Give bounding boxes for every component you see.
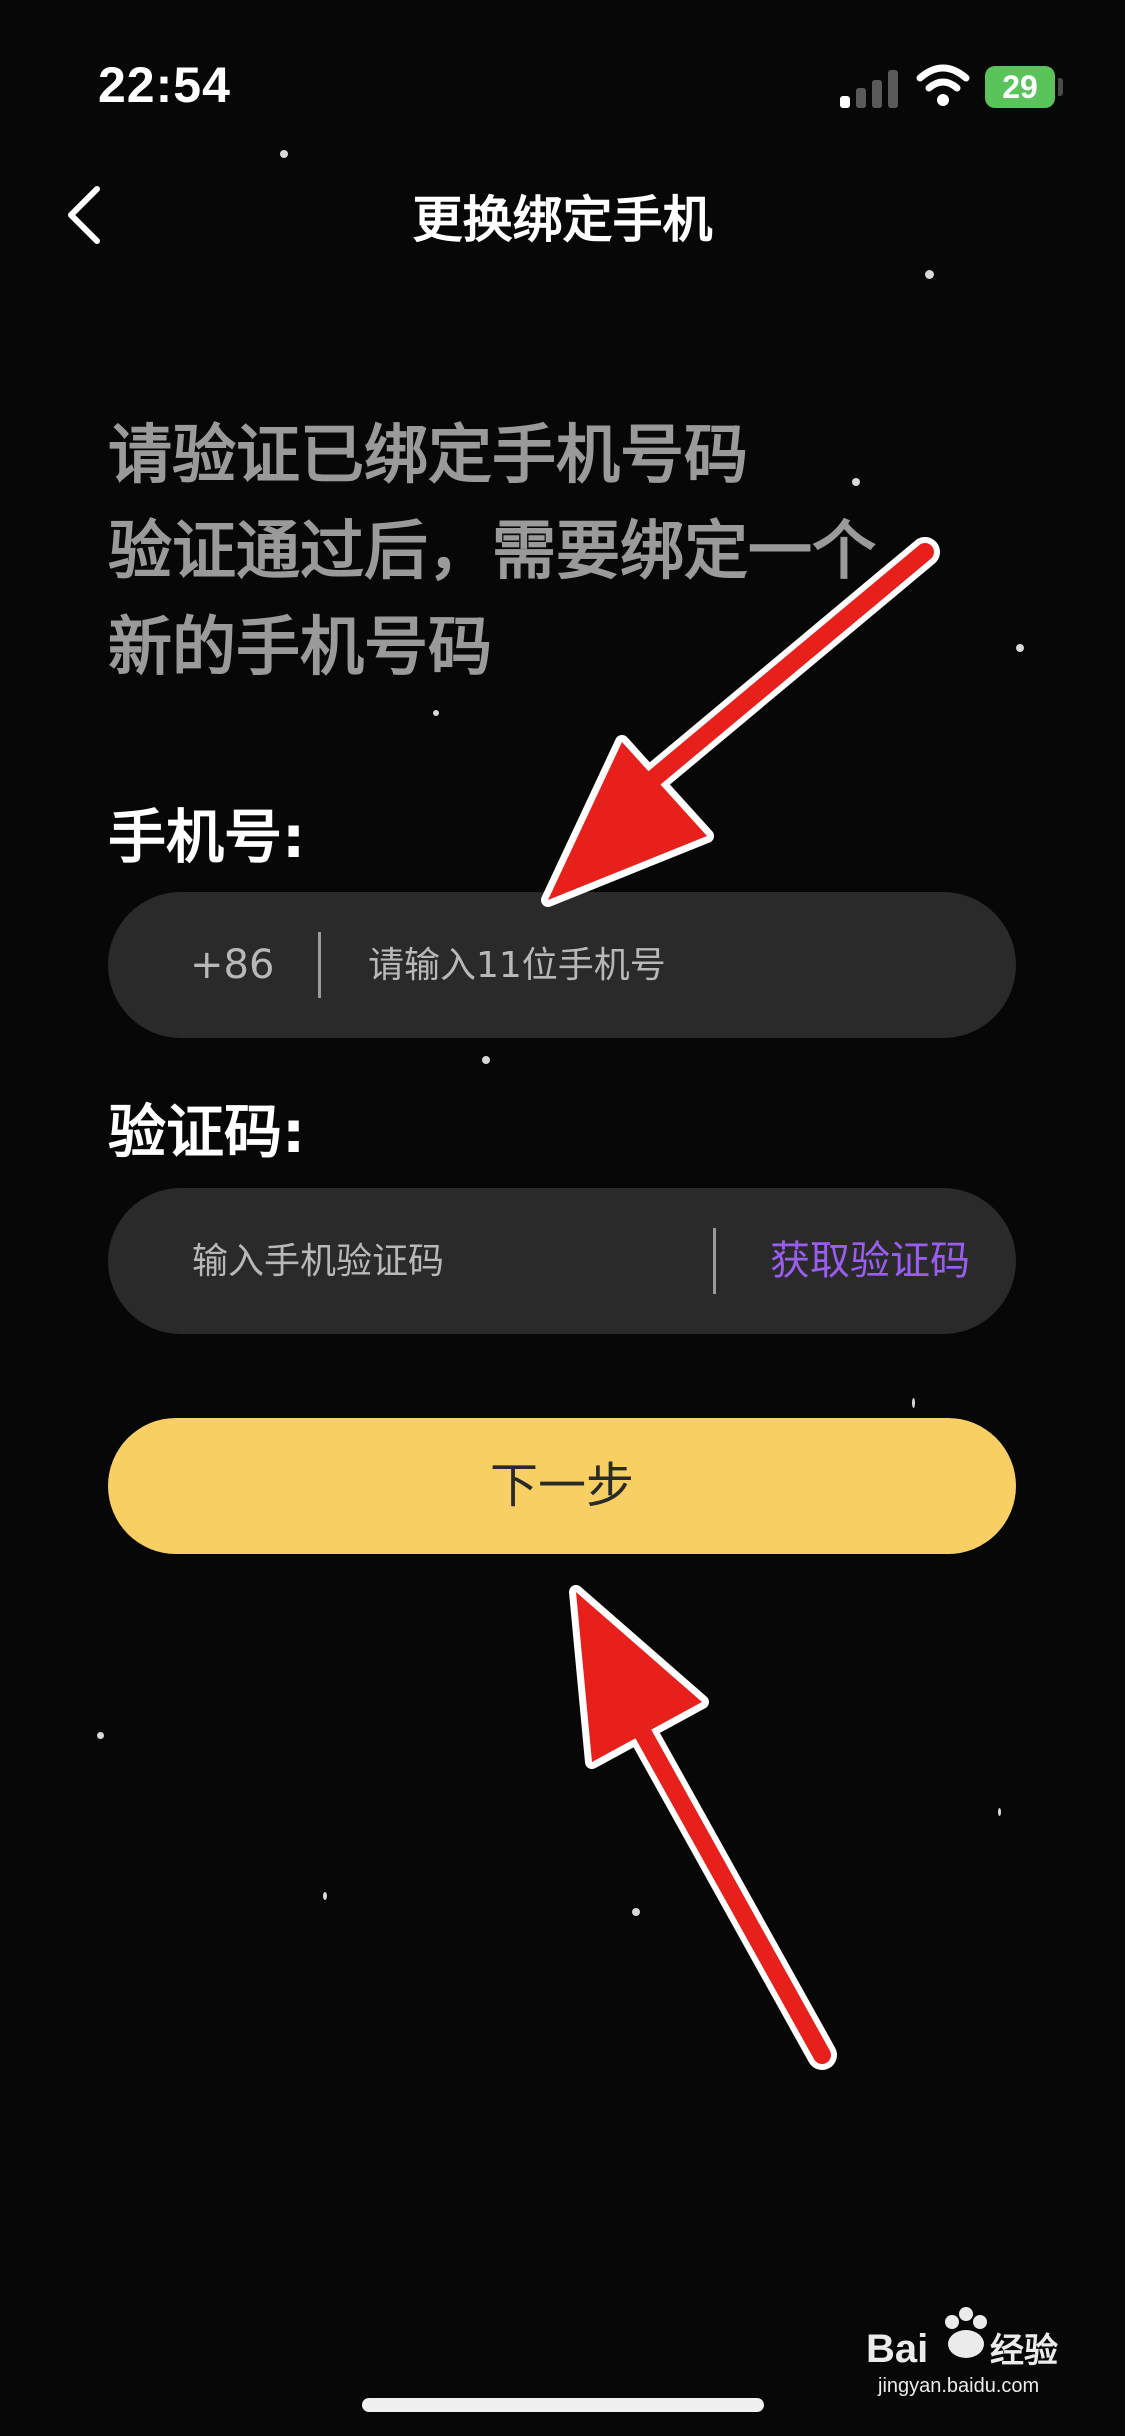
cellular-signal-icon bbox=[840, 68, 900, 108]
star-dot bbox=[998, 1808, 1001, 1816]
get-code-button[interactable]: 获取验证码 bbox=[770, 1188, 970, 1334]
svg-text:jingyan.baidu.com: jingyan.baidu.com bbox=[877, 2375, 1039, 2397]
star-dot bbox=[632, 1908, 640, 1916]
star-dot bbox=[280, 150, 288, 158]
phone-field[interactable]: +86 bbox=[108, 892, 1016, 1038]
phone-input[interactable] bbox=[368, 892, 968, 1038]
battery-icon: 29 bbox=[985, 66, 1055, 108]
country-code[interactable]: +86 bbox=[190, 892, 274, 1038]
status-time: 22:54 bbox=[98, 57, 231, 113]
code-field[interactable]: 获取验证码 bbox=[108, 1188, 1016, 1334]
wifi-icon bbox=[916, 64, 970, 106]
next-button[interactable]: 下一步 bbox=[108, 1418, 1016, 1554]
divider bbox=[318, 932, 321, 998]
star-dot bbox=[1016, 644, 1024, 652]
home-indicator[interactable] bbox=[362, 2398, 764, 2412]
page-title: 更换绑定手机 bbox=[412, 191, 713, 249]
code-input[interactable] bbox=[192, 1188, 692, 1334]
star-dot bbox=[925, 270, 934, 279]
svg-text:经验: 经验 bbox=[990, 2331, 1058, 2371]
divider bbox=[713, 1228, 716, 1294]
star-dot bbox=[323, 1892, 327, 1900]
instruction-line: 验证通过后，需要绑定一个 bbox=[108, 515, 876, 589]
instruction-line: 新的手机号码 bbox=[108, 611, 492, 685]
code-label: 验证码: bbox=[108, 1098, 306, 1166]
instruction-text: 请验证已绑定手机号码 验证通过后，需要绑定一个 新的手机号码 bbox=[108, 408, 1048, 696]
star-dot bbox=[482, 1056, 490, 1064]
instruction-line: 请验证已绑定手机号码 bbox=[108, 419, 748, 493]
battery-tip bbox=[1058, 78, 1063, 96]
star-dot bbox=[852, 478, 860, 486]
svg-text:Bai: Bai bbox=[866, 2327, 928, 2371]
star-dot bbox=[912, 1398, 915, 1408]
baidu-jingyan-logo: Bai 经验 jingyan.baidu.com bbox=[866, 2307, 1058, 2397]
arrow-up-icon bbox=[569, 1585, 837, 2070]
phone-label: 手机号: bbox=[108, 803, 306, 871]
star-dot bbox=[97, 1732, 104, 1739]
star-dot bbox=[433, 710, 439, 716]
